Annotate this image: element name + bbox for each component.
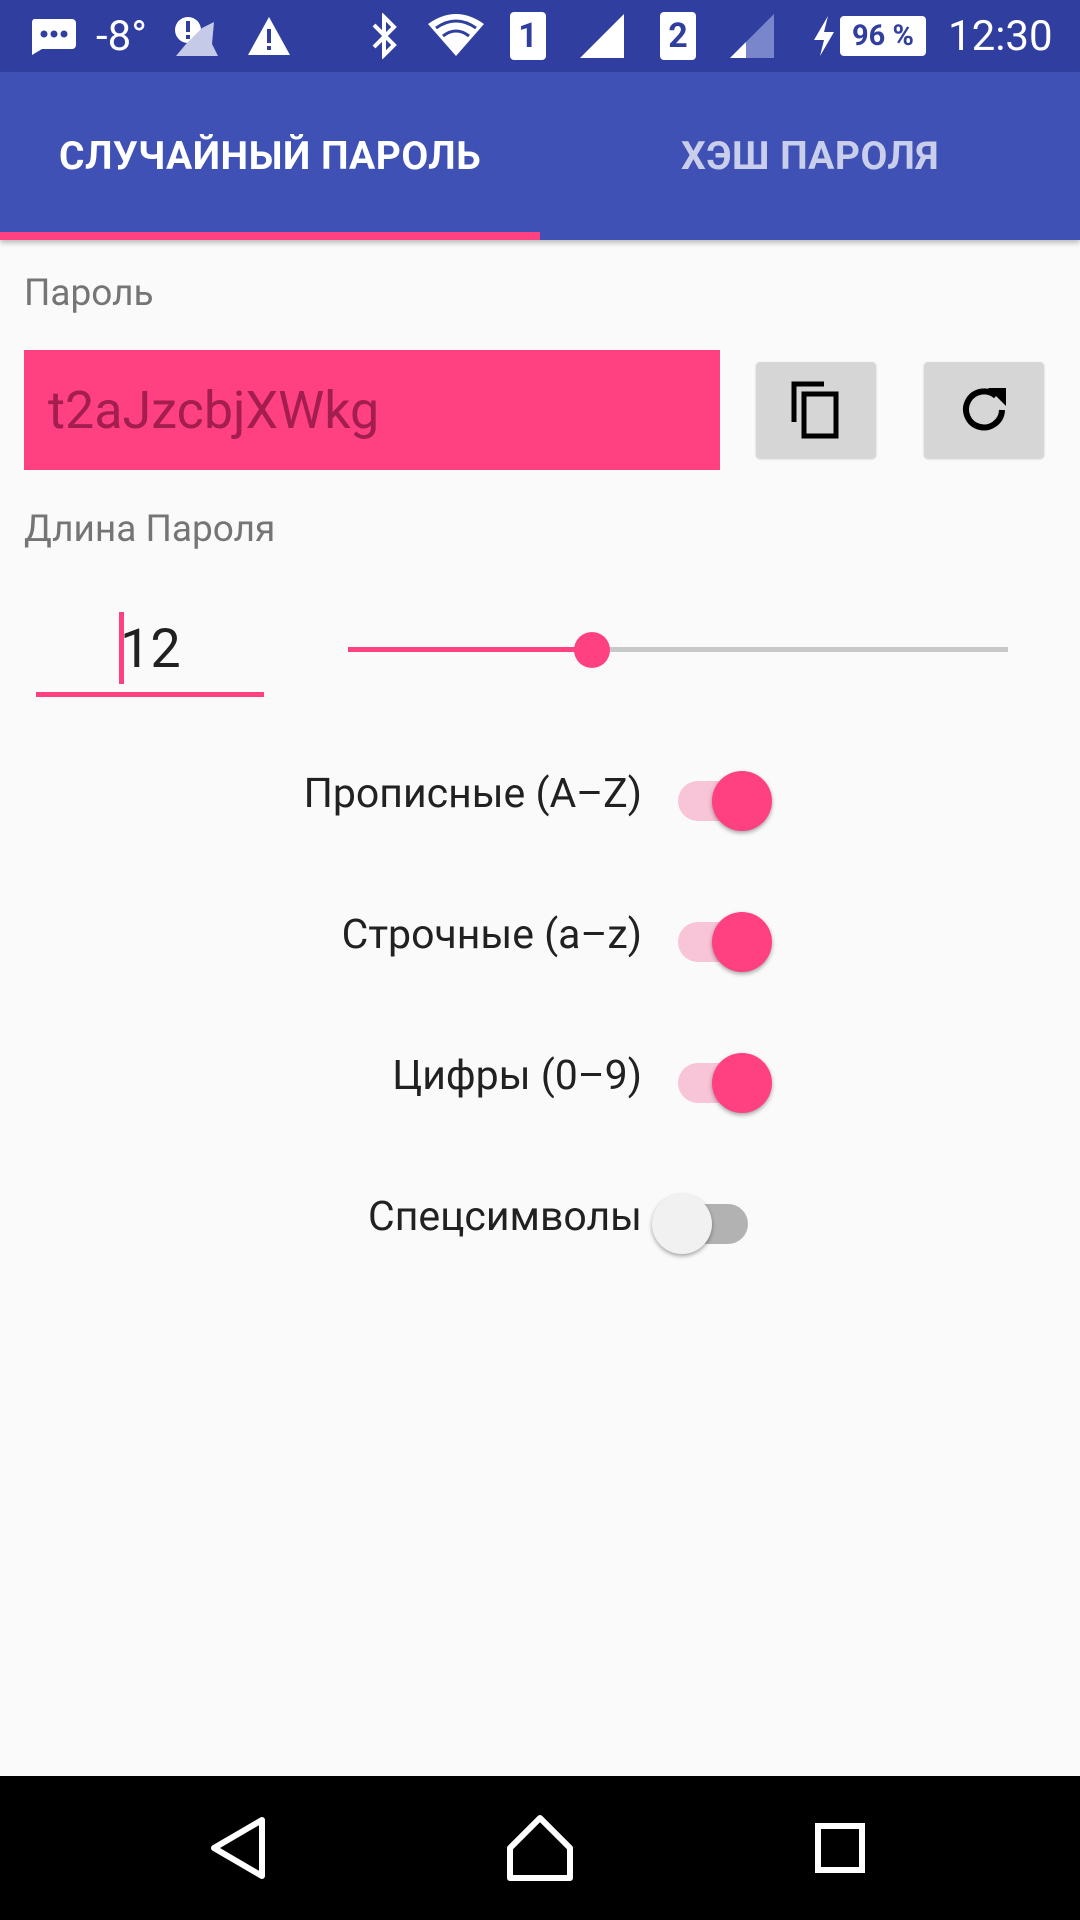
option-row: Прописные (A–Z)	[0, 746, 1080, 842]
clock-text: 12:30	[948, 11, 1053, 61]
home-icon	[507, 1815, 573, 1881]
switch-thumb	[712, 771, 772, 831]
sim2-label: 2	[668, 16, 688, 56]
copy-button[interactable]	[756, 362, 876, 458]
option-row: Цифры (0–9)	[0, 1028, 1080, 1124]
charging-icon	[812, 0, 836, 72]
refresh-icon	[963, 388, 1006, 431]
option-label: Прописные (A–Z)	[303, 770, 642, 818]
message-icon	[28, 0, 78, 72]
sim2-icon: 2	[660, 0, 696, 72]
tab-password-hash-label: ХЭШ ПАРОЛЯ	[681, 133, 939, 179]
password-value: t2aJzcbjXWkg	[48, 379, 380, 441]
warning-icon	[246, 0, 292, 72]
length-slider[interactable]	[348, 647, 1008, 652]
option-label: Спецсимволы	[368, 1193, 642, 1241]
sim1-icon: 1	[510, 0, 546, 72]
switch-thumb	[712, 1053, 772, 1113]
option-label: Строчные (a–z)	[341, 911, 642, 959]
temperature-text: -8°	[96, 11, 147, 61]
tab-bar: СЛУЧАЙНЫЙ ПАРОЛЬ ХЭШ ПАРОЛЯ	[0, 72, 1080, 240]
back-icon	[211, 1817, 265, 1879]
bluetooth-icon	[370, 0, 400, 72]
tab-random-password[interactable]: СЛУЧАЙНЫЙ ПАРОЛЬ	[0, 72, 540, 240]
option-row: Спецсимволы	[0, 1169, 1080, 1265]
signal2-icon	[728, 0, 778, 72]
length-input-underline	[36, 692, 264, 697]
switch-thumb	[712, 912, 772, 972]
length-value: 12	[120, 618, 181, 681]
home-button[interactable]	[504, 1812, 576, 1884]
tab-password-hash[interactable]: ХЭШ ПАРОЛЯ	[540, 72, 1080, 240]
wifi-icon	[426, 0, 486, 72]
back-button[interactable]	[204, 1812, 276, 1884]
signal1-icon	[578, 0, 628, 72]
option-label: Цифры (0–9)	[392, 1052, 642, 1100]
option-row: Строчные (a–z)	[0, 887, 1080, 983]
weather-alert-icon	[172, 0, 220, 72]
tab-random-password-label: СЛУЧАЙНЫЙ ПАРОЛЬ	[58, 133, 482, 179]
recents-icon	[815, 1823, 865, 1873]
battery-icon: 96 %	[840, 0, 926, 72]
password-field[interactable]: t2aJzcbjXWkg	[24, 350, 720, 470]
password-label: Пароль	[24, 272, 154, 315]
slider-thumb[interactable]	[574, 632, 611, 668]
copy-icon	[791, 381, 839, 439]
recents-button[interactable]	[804, 1812, 876, 1884]
switch-thumb	[652, 1194, 712, 1254]
sim1-label: 1	[518, 16, 538, 56]
tab-indicator	[0, 232, 540, 240]
battery-level: 96 %	[852, 19, 914, 53]
navigation-bar	[0, 1776, 1080, 1920]
status-bar: -8° 1 2 96 % 12:30	[0, 0, 1080, 72]
refresh-button[interactable]	[924, 362, 1044, 458]
length-label: Длина Пароля	[24, 508, 276, 551]
slider-fill	[348, 647, 593, 652]
